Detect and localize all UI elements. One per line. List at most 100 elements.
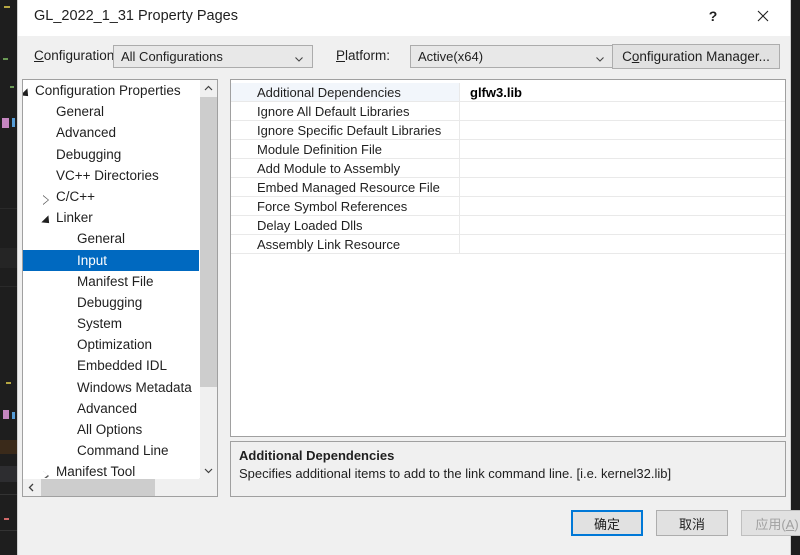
property-row[interactable]: Add Module to Assembly xyxy=(231,159,785,178)
property-row[interactable]: Delay Loaded Dlls xyxy=(231,216,785,235)
close-icon[interactable] xyxy=(740,0,786,32)
platform-combo[interactable]: Active(x64) xyxy=(410,45,614,68)
apply-button[interactable]: 应用(A) xyxy=(741,510,800,536)
chevron-down-icon[interactable] xyxy=(23,88,32,100)
close-glyph xyxy=(757,10,769,22)
tree-vscroll-thumb[interactable] xyxy=(200,97,217,387)
tree-item-label: General xyxy=(77,231,126,247)
tree-item-c-c[interactable]: C/C++ xyxy=(23,186,199,207)
property-row[interactable]: Assembly Link Resource xyxy=(231,235,785,254)
tree-item-label: General xyxy=(56,104,105,120)
configuration-bar: Configuration: All Configurations Platfo… xyxy=(18,36,790,78)
tree-item-manifest-file[interactable]: Manifest File xyxy=(23,271,199,292)
tree-item-system[interactable]: System xyxy=(23,313,199,334)
tree-item-input[interactable]: Input xyxy=(23,249,199,271)
tree-item-label: VC++ Directories xyxy=(56,167,159,183)
help-icon[interactable]: ? xyxy=(690,0,736,32)
property-name-cell: Assembly Link Resource xyxy=(231,235,459,254)
title-bar[interactable]: GL_2022_1_31 Property Pages ? xyxy=(18,0,790,36)
tree-item-label: Debugging xyxy=(56,146,122,162)
property-value-cell[interactable] xyxy=(459,102,785,121)
property-value-cell[interactable] xyxy=(459,159,785,178)
property-name-cell: Ignore Specific Default Libraries xyxy=(231,121,459,140)
tree-item-label: System xyxy=(77,316,123,332)
property-value-cell[interactable] xyxy=(459,197,785,216)
tree-item-label: Linker xyxy=(41,210,93,227)
scroll-down-button[interactable] xyxy=(200,462,217,479)
tree-item-label: Command Line xyxy=(77,443,169,459)
tree-item-label: Embedded IDL xyxy=(77,358,168,374)
tree-item-vc-directories[interactable]: VC++ Directories xyxy=(23,165,199,186)
configuration-combo[interactable]: All Configurations xyxy=(113,45,313,68)
configuration-label: Configuration: xyxy=(34,48,119,63)
tree-item-general[interactable]: General xyxy=(23,101,199,122)
tree-item-debugging[interactable]: Debugging xyxy=(23,144,199,165)
cancel-button[interactable]: 取消 xyxy=(656,510,728,536)
tree-item-label: Debugging xyxy=(77,294,143,310)
platform-label: Platform: xyxy=(336,48,391,63)
property-row[interactable]: Force Symbol References xyxy=(231,197,785,216)
platform-combo-value: Active(x64) xyxy=(418,49,484,64)
properties-tree[interactable]: Configuration Properties General Advanced D… xyxy=(23,80,199,479)
scroll-up-button[interactable] xyxy=(200,80,217,97)
dialog-footer: 确定 取消 应用(A) xyxy=(18,505,800,555)
configuration-manager-button[interactable]: Configuration Manager... xyxy=(612,44,780,69)
property-value-cell[interactable] xyxy=(459,235,785,254)
tree-item-windows-metadata[interactable]: Windows Metadata xyxy=(23,377,199,398)
property-name: Add Module to Assembly xyxy=(257,161,401,176)
property-name-cell: Add Module to Assembly xyxy=(231,159,459,178)
scrollbar-corner xyxy=(199,478,217,496)
tree-item-advanced[interactable]: Advanced xyxy=(23,122,199,143)
scroll-left-button[interactable] xyxy=(23,479,40,496)
tree-item-command-line[interactable]: Command Line xyxy=(23,440,199,461)
description-title: Additional Dependencies xyxy=(239,448,395,463)
property-value-cell[interactable] xyxy=(459,216,785,235)
chevron-up-icon xyxy=(204,85,213,91)
property-value-cell[interactable]: glfw3.lib xyxy=(459,83,785,102)
ok-button[interactable]: 确定 xyxy=(571,510,643,536)
tree-item-linker[interactable]: Linker xyxy=(23,207,199,228)
property-name: Module Definition File xyxy=(257,142,383,157)
property-row[interactable]: Embed Managed Resource File xyxy=(231,178,785,197)
tree-horizontal-scrollbar[interactable] xyxy=(23,478,217,496)
tree-vertical-scrollbar[interactable] xyxy=(199,80,217,479)
tree-item-label: C/C++ xyxy=(42,189,95,206)
description-body: Specifies additional items to add to the… xyxy=(239,466,672,481)
property-name: Assembly Link Resource xyxy=(257,237,401,252)
tree-item-debugging[interactable]: Debugging xyxy=(23,292,199,313)
property-value-cell[interactable] xyxy=(459,178,785,197)
property-row[interactable]: Ignore All Default Libraries xyxy=(231,102,785,121)
property-row[interactable]: Module Definition File xyxy=(231,140,785,159)
tree-item-advanced[interactable]: Advanced xyxy=(23,398,199,419)
tree-item-label: Advanced xyxy=(56,125,117,141)
tree-item-label: Input xyxy=(77,252,108,268)
property-value-cell[interactable] xyxy=(459,121,785,140)
property-name-cell: Additional Dependencies xyxy=(231,83,459,102)
properties-tree-panel: Configuration Properties General Advanced D… xyxy=(22,79,218,497)
property-name: Ignore All Default Libraries xyxy=(257,104,410,119)
property-name-cell: Module Definition File xyxy=(231,140,459,159)
property-grid-panel[interactable]: Additional Dependencies glfw3.lib Ignore A… xyxy=(230,79,786,437)
property-grid-rows: Additional Dependencies glfw3.lib Ignore A… xyxy=(231,83,785,254)
tree-item-optimization[interactable]: Optimization xyxy=(23,334,199,355)
tree-hscroll-thumb[interactable] xyxy=(41,479,155,496)
property-name: Delay Loaded Dlls xyxy=(257,218,363,233)
tree-item-label: Manifest File xyxy=(77,273,154,289)
property-row[interactable]: Ignore Specific Default Libraries xyxy=(231,121,785,140)
tree-item-label: Advanced xyxy=(77,400,138,416)
tree-item-label: Windows Metadata xyxy=(77,379,192,395)
tree-item-manifest-tool[interactable]: Manifest Tool xyxy=(23,461,199,479)
chevron-down-icon[interactable] xyxy=(41,215,53,227)
property-name: Additional Dependencies xyxy=(257,85,401,100)
configuration-combo-value: All Configurations xyxy=(121,49,223,64)
tree-item-all-options[interactable]: All Options xyxy=(23,419,199,440)
chevron-right-icon[interactable] xyxy=(42,195,49,206)
tree-item-embedded-idl[interactable]: Embedded IDL xyxy=(23,355,199,376)
property-pages-dialog: GL_2022_1_31 Property Pages ? Configurat… xyxy=(18,0,800,555)
tree-item-label: All Options xyxy=(77,422,143,437)
tree-item-configuration-properties[interactable]: Configuration Properties xyxy=(23,80,199,101)
property-value-cell[interactable] xyxy=(459,140,785,159)
property-name-cell: Force Symbol References xyxy=(231,197,459,216)
property-row[interactable]: Additional Dependencies glfw3.lib xyxy=(231,83,785,102)
tree-item-general[interactable]: General xyxy=(23,228,199,249)
